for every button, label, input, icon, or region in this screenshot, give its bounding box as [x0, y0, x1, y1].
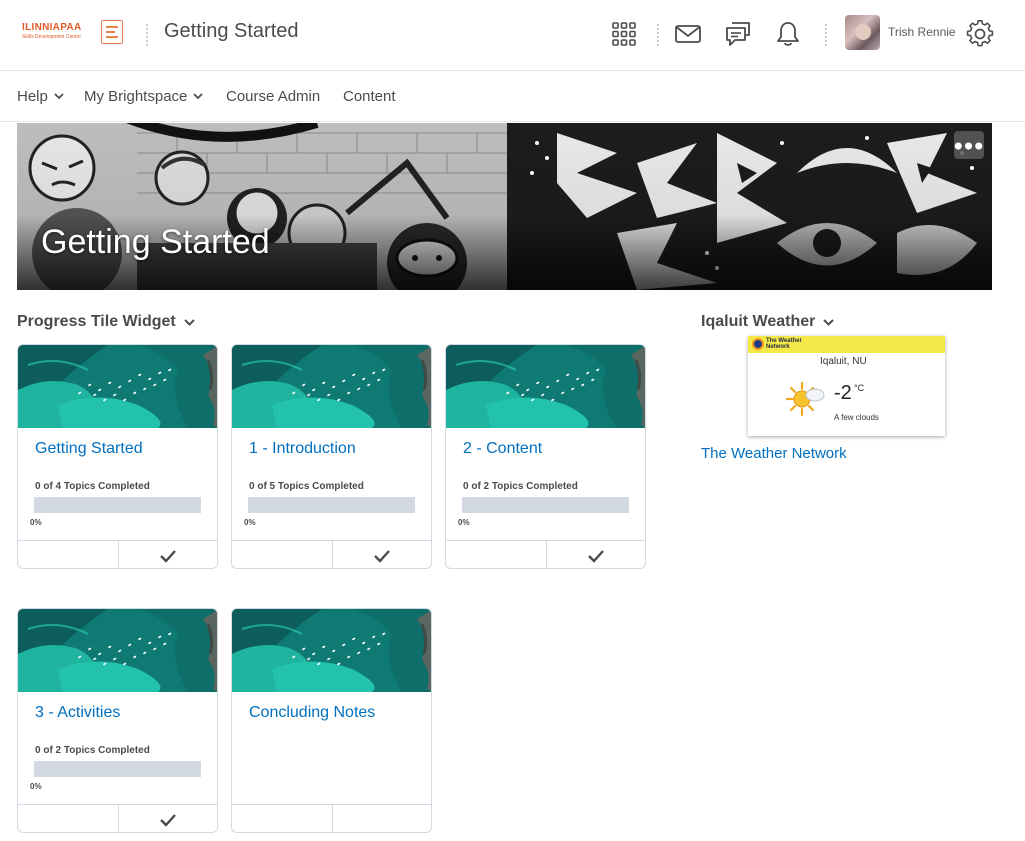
tile-topics-completed: 0 of 5 Topics Completed	[249, 481, 364, 492]
tile-image	[18, 345, 217, 428]
weather-widget-title: Iqaluit Weather	[701, 313, 816, 330]
module-tile[interactable]: 3 - Activities 0 of 2 Topics Completed 0…	[17, 608, 218, 833]
check-icon[interactable]	[158, 547, 178, 565]
top-header: ILINNIAPAA Skills Development Centre Get…	[0, 0, 1025, 71]
header-divider	[657, 24, 659, 46]
check-icon[interactable]	[586, 547, 606, 565]
weather-card[interactable]: The Weather Network Iqaluit, NU -2 °C A …	[748, 336, 945, 436]
logo-title: ILINNIAPAA	[22, 22, 82, 33]
header-divider	[825, 24, 827, 46]
mail-icon[interactable]	[672, 18, 704, 50]
grid-icon[interactable]	[608, 18, 640, 50]
tile-footer	[232, 804, 431, 832]
tile-progress-bar	[34, 497, 201, 513]
nav-content-label: Content	[343, 88, 396, 105]
tile-footer	[446, 540, 645, 568]
weather-network-link[interactable]: The Weather Network	[701, 445, 847, 462]
tile-image	[18, 609, 217, 692]
chevron-down-icon	[184, 318, 195, 326]
tile-topics-completed: 0 of 4 Topics Completed	[35, 481, 150, 492]
gear-icon[interactable]	[964, 18, 996, 50]
tile-footer	[232, 540, 431, 568]
tile-percent: 0%	[458, 518, 470, 527]
org-logo[interactable]: ILINNIAPAA Skills Development Centre	[22, 20, 125, 46]
tile-percent: 0%	[30, 782, 42, 791]
tile-title[interactable]: 1 - Introduction	[249, 440, 356, 458]
banner-options-button[interactable]: •••	[954, 131, 984, 159]
tile-image	[232, 345, 431, 428]
module-tile[interactable]: Getting Started 0 of 4 Topics Completed …	[17, 344, 218, 569]
tile-title[interactable]: Getting Started	[35, 440, 143, 458]
course-title[interactable]: Getting Started	[164, 20, 299, 43]
chevron-down-icon	[54, 93, 64, 100]
bell-icon[interactable]	[772, 18, 804, 50]
tile-progress-bar	[462, 497, 629, 513]
course-banner: Getting Started •••	[17, 123, 992, 290]
tile-topics-completed: 0 of 2 Topics Completed	[35, 745, 150, 756]
course-navbar: Help My Brightspace Course Admin Content	[0, 72, 1025, 122]
module-tile[interactable]: 2 - Content 0 of 2 Topics Completed 0%	[445, 344, 646, 569]
tile-footer	[18, 540, 217, 568]
weather-card-header: The Weather Network	[748, 336, 945, 353]
tile-progress-bar	[34, 761, 201, 777]
weather-unit: °C	[854, 383, 865, 393]
sun-cloud-icon	[785, 381, 825, 417]
weather-network-logo-icon	[752, 338, 764, 350]
chevron-down-icon	[193, 93, 204, 100]
nav-help[interactable]: Help	[17, 88, 64, 105]
tile-progress-bar	[248, 497, 415, 513]
check-icon[interactable]	[372, 547, 392, 565]
weather-widget-heading[interactable]: Iqaluit Weather	[701, 313, 835, 331]
tile-title[interactable]: Concluding Notes	[249, 704, 375, 722]
progress-widget-heading[interactable]: Progress Tile Widget	[17, 313, 195, 331]
tile-percent: 0%	[30, 518, 42, 527]
nav-course-admin[interactable]: Course Admin	[226, 88, 320, 105]
nav-my-brightspace-label: My Brightspace	[84, 88, 188, 105]
tile-title[interactable]: 2 - Content	[463, 440, 542, 458]
nav-content[interactable]: Content	[343, 88, 396, 105]
weather-condition: A few clouds	[834, 413, 879, 422]
tile-topics-completed: 0 of 2 Topics Completed	[463, 481, 578, 492]
nav-my-brightspace[interactable]: My Brightspace	[84, 88, 204, 105]
tile-percent: 0%	[244, 518, 256, 527]
nav-help-label: Help	[17, 88, 48, 105]
chat-icon[interactable]	[722, 18, 754, 50]
tile-image	[446, 345, 645, 428]
tile-title[interactable]: 3 - Activities	[35, 704, 120, 722]
banner-title: Getting Started	[41, 223, 270, 261]
progress-widget-title: Progress Tile Widget	[17, 313, 176, 330]
weather-temperature: -2	[834, 382, 852, 404]
check-icon[interactable]	[158, 811, 178, 829]
banner-image	[17, 123, 992, 290]
tile-footer	[18, 804, 217, 832]
logo-emblem-icon	[101, 20, 123, 44]
tile-image	[232, 609, 431, 692]
logo-subtitle: Skills Development Centre	[22, 34, 81, 40]
weather-location: Iqaluit, NU	[820, 356, 867, 367]
avatar[interactable]	[845, 15, 880, 50]
chevron-down-icon	[823, 318, 835, 326]
nav-course-admin-label: Course Admin	[226, 88, 321, 105]
header-divider	[146, 24, 148, 46]
module-tile[interactable]: Concluding Notes	[231, 608, 432, 833]
weather-provider-name: The Weather Network	[766, 338, 802, 350]
user-name[interactable]: Trish Rennie	[888, 25, 956, 39]
module-tile[interactable]: 1 - Introduction 0 of 5 Topics Completed…	[231, 344, 432, 569]
